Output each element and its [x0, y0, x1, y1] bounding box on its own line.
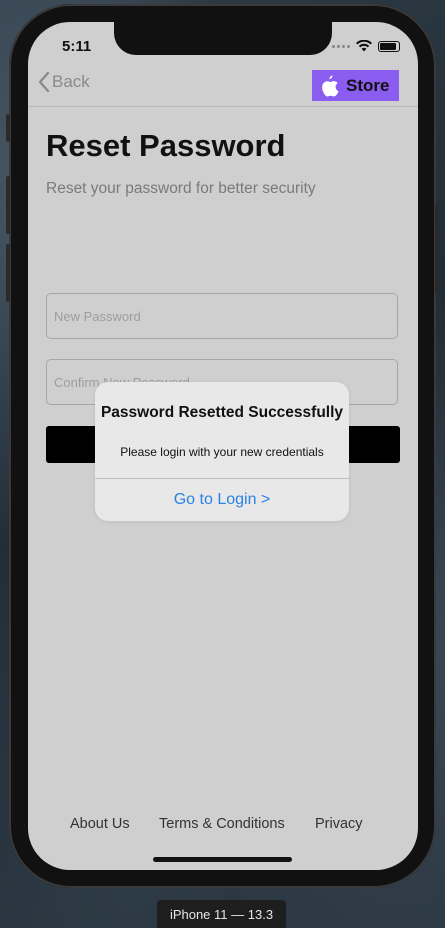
mute-switch: [6, 114, 10, 142]
new-password-field[interactable]: [46, 293, 398, 339]
success-alert-dialog: Password Resetted Successfully Please lo…: [95, 382, 349, 521]
simulator-device-label: iPhone 11 — 13.3: [157, 900, 286, 928]
phone-screen: 5:11 Back Store Reset Password Reset you…: [28, 22, 418, 870]
chevron-left-icon: [38, 72, 50, 92]
alert-title: Password Resetted Successfully: [100, 404, 344, 421]
battery-icon: [378, 40, 400, 52]
home-indicator: [153, 857, 292, 862]
footer-link-about-us[interactable]: About Us: [70, 816, 130, 832]
alert-message: Please login with your new credentials: [120, 445, 324, 459]
wifi-icon: [356, 40, 372, 52]
back-button-label: Back: [52, 72, 90, 91]
page-subtitle: Reset your password for better security: [46, 180, 316, 197]
app-store-button[interactable]: Store: [312, 70, 399, 101]
status-time: 5:11: [62, 38, 92, 55]
apple-logo-icon: [312, 70, 346, 101]
store-label: Store: [346, 75, 390, 95]
signal-dots-icon: [332, 44, 350, 48]
page-title: Reset Password: [46, 128, 286, 163]
notch: [114, 22, 332, 55]
volume-up-button: [6, 176, 10, 234]
navigation-bar: Back Store: [28, 62, 418, 107]
status-icons: [332, 40, 400, 52]
footer-link-privacy[interactable]: Privacy: [315, 816, 363, 832]
back-button[interactable]: Back: [38, 72, 90, 92]
footer-link-terms[interactable]: Terms & Conditions: [159, 816, 285, 832]
go-to-login-button[interactable]: Go to Login >: [95, 479, 349, 521]
volume-down-button: [6, 244, 10, 302]
side-button: [435, 204, 439, 294]
